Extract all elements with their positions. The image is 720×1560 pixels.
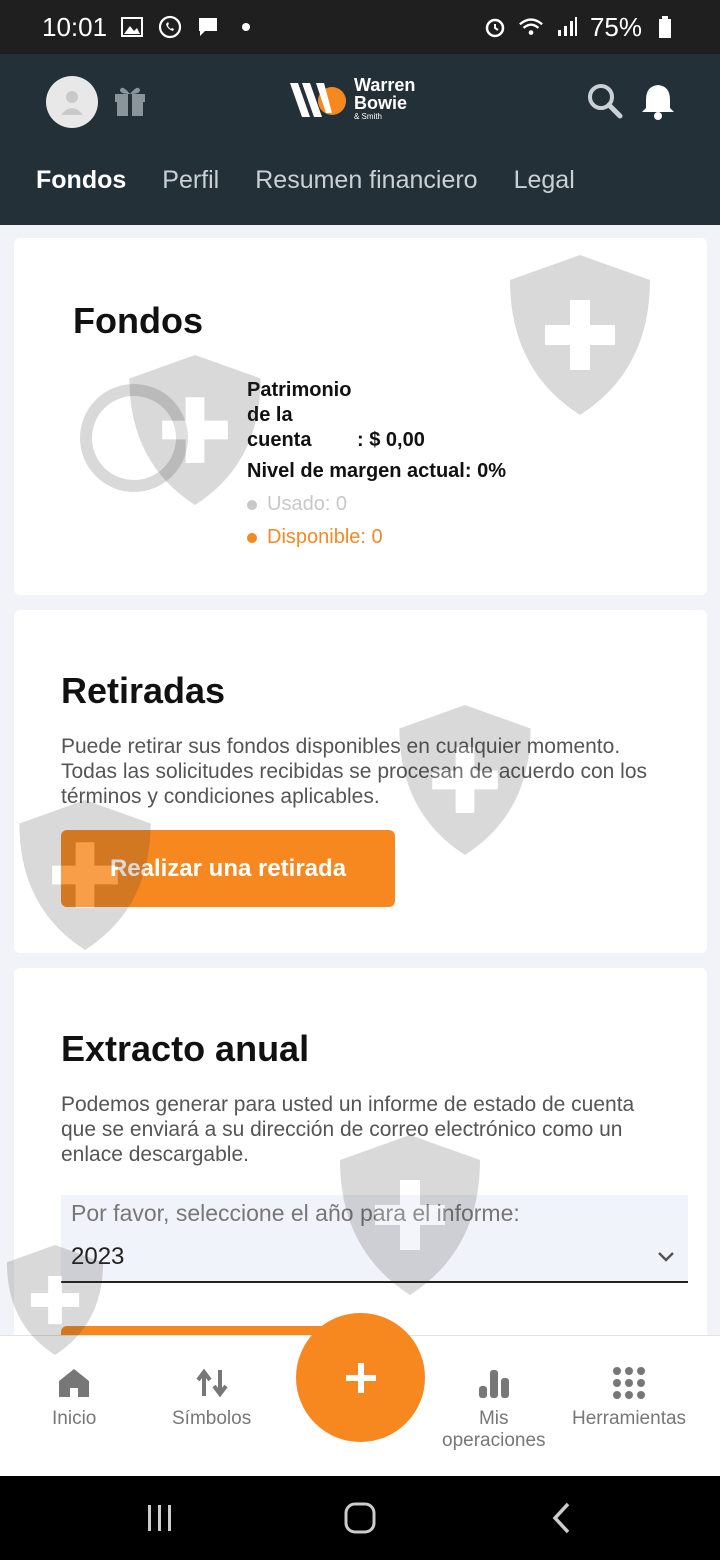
withdrawals-description: Puede retirar sus fondos disponibles en …: [61, 735, 648, 808]
user-icon: [61, 91, 83, 115]
message-icon: [195, 14, 221, 40]
used-dot-icon: [247, 499, 257, 510]
used-text: Usado: 0: [267, 493, 348, 515]
annual-statement-card: Extracto anual Podemos generar para uste…: [14, 968, 707, 1348]
nav-operaciones-label-1: Mis: [478, 1408, 509, 1429]
tab-legal[interactable]: Legal: [514, 166, 575, 195]
signal-icon: [554, 14, 580, 40]
logo-line2: Bowie: [354, 93, 408, 113]
brand-logo: Warren Bowie & Smith: [288, 76, 415, 121]
legend-available: Disponible: 0: [247, 525, 506, 550]
search-icon[interactable]: [586, 82, 624, 120]
tab-resumen-financiero[interactable]: Resumen financiero: [255, 166, 477, 195]
battery-icon: [652, 14, 678, 40]
nav-simbolos-label: Símbolos: [172, 1408, 252, 1429]
whatsapp-icon: [157, 14, 183, 40]
equity-label-line3: cuenta: [247, 429, 312, 451]
nav-operaciones[interactable]: Mis operaciones: [442, 1366, 546, 1452]
status-time: 10:01: [42, 11, 108, 42]
bar-chart-icon: [478, 1370, 509, 1398]
available-dot-icon: [247, 532, 257, 543]
nav-simbolos[interactable]: Símbolos: [172, 1366, 251, 1430]
withdrawals-card: Retiradas Puede retirar sus fondos dispo…: [14, 610, 707, 953]
funds-title: Fondos: [73, 300, 203, 341]
logo-mark-icon: [290, 82, 346, 117]
nav-herramientas-label: Herramientas: [572, 1408, 687, 1429]
statement-description: Podemos generar para usted un informe de…: [61, 1093, 635, 1166]
battery-percent: 75%: [589, 11, 642, 42]
back-icon[interactable]: [542, 1498, 582, 1538]
bell-icon[interactable]: [640, 82, 676, 120]
grid-icon: [613, 1367, 646, 1399]
gallery-icon: [119, 14, 145, 40]
plus-icon: [345, 1362, 376, 1393]
notification-dot-icon: [233, 14, 259, 40]
tab-fondos[interactable]: Fondos: [36, 166, 126, 195]
avatar[interactable]: [46, 76, 98, 128]
swap-arrows-icon: [195, 1368, 228, 1398]
available-text: Disponible: 0: [267, 526, 383, 548]
app-header: Warren Bowie & Smith Fondos Perfil Resum…: [0, 54, 720, 225]
margin-level: Nivel de margen actual: 0%: [247, 460, 506, 482]
legend-used: Usado: 0: [247, 492, 506, 517]
wifi-icon: [518, 14, 544, 40]
nav-herramientas[interactable]: Herramientas: [572, 1366, 686, 1430]
logo-line1: Warren: [354, 75, 416, 95]
tab-bar: Fondos Perfil Resumen financiero Legal: [36, 166, 575, 195]
statement-title: Extracto anual: [61, 1028, 310, 1069]
add-fab-button[interactable]: [296, 1313, 425, 1442]
logo-sub: & Smith: [354, 112, 383, 121]
home-button-icon[interactable]: [340, 1498, 380, 1538]
home-icon: [59, 1369, 90, 1397]
withdraw-button[interactable]: Realizar una retirada: [61, 830, 395, 907]
equity-label: Patrimonio de la cuenta: [247, 378, 357, 453]
recent-apps-icon[interactable]: [140, 1498, 180, 1538]
system-nav-bar: [0, 1476, 720, 1560]
funds-info: Patrimonio de la cuenta : $ 0,00 Nivel d…: [247, 378, 506, 550]
alarm-icon: [482, 14, 508, 40]
nav-inicio-label: Inicio: [52, 1408, 97, 1429]
withdrawals-title: Retiradas: [61, 670, 226, 711]
year-select-label: Por favor, seleccione el año para el inf…: [71, 1200, 520, 1226]
margin-donut-chart: [80, 384, 188, 492]
funds-card: Fondos Patrimonio de la cuenta : $ 0,00 …: [14, 238, 707, 595]
gift-icon[interactable]: [112, 82, 148, 118]
nav-operaciones-label-2: operaciones: [442, 1430, 546, 1451]
nav-inicio[interactable]: Inicio: [52, 1366, 96, 1430]
status-bar: 10:01 75%: [0, 0, 720, 54]
equity-value: : $ 0,00: [357, 429, 425, 451]
equity-label-line2: de la: [247, 404, 293, 426]
year-select-value: 2023: [71, 1243, 125, 1270]
tab-perfil[interactable]: Perfil: [162, 166, 219, 195]
chevron-down-icon: [658, 1252, 674, 1262]
year-select[interactable]: Por favor, seleccione el año para el inf…: [61, 1195, 688, 1283]
equity-label-line1: Patrimonio: [247, 379, 352, 401]
